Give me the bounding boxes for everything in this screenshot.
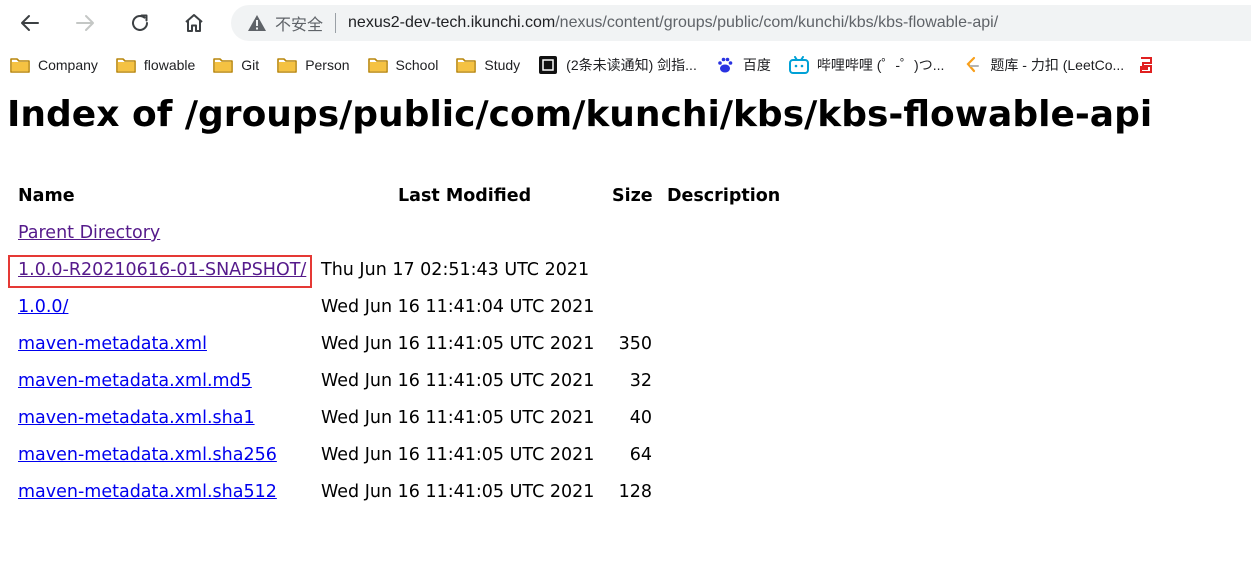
bookmark-label: School	[395, 57, 439, 73]
bookmark-overflow[interactable]	[1132, 50, 1172, 80]
parent-directory-link[interactable]: Parent Directory	[18, 223, 160, 243]
table-row: 1.0.0/ Wed Jun 16 11:41:04 UTC 2021	[18, 297, 778, 334]
table-row: maven-metadata.xml Wed Jun 16 11:41:05 U…	[18, 334, 778, 371]
bookmark-git[interactable]: Git	[203, 50, 267, 80]
forward-arrow-icon	[76, 15, 94, 31]
entry-link[interactable]: 1.0.0-R20210616-01-SNAPSHOT/	[18, 260, 306, 280]
entry-link[interactable]: maven-metadata.xml.sha256	[18, 445, 277, 465]
page-title: Index of /groups/public/com/kunchi/kbs/k…	[7, 94, 1153, 135]
bookmark-baidu[interactable]: 百度	[705, 50, 779, 80]
entry-link[interactable]: maven-metadata.xml.md5	[18, 371, 252, 391]
bookmarks-bar: Company flowable Git Person School Study…	[0, 46, 1251, 84]
folder-icon	[456, 56, 477, 74]
bookmark-school[interactable]: School	[358, 50, 447, 80]
modified-cell: Wed Jun 16 11:41:05 UTC 2021	[321, 482, 595, 502]
bookmark-label: 哔哩哔哩 (゜-゜)つ...	[816, 57, 945, 73]
reload-button[interactable]	[123, 6, 157, 40]
column-header-description: Description	[667, 186, 781, 206]
folder-icon	[116, 56, 136, 74]
back-button[interactable]	[13, 6, 47, 40]
modified-cell: Wed Jun 16 11:41:05 UTC 2021	[321, 334, 595, 354]
entry-link[interactable]: 1.0.0/	[18, 297, 68, 317]
size-cell: 32	[629, 371, 652, 391]
bookmark-leetcode[interactable]: 题库 - 力扣 (LeetCo...	[952, 50, 1132, 80]
warning-icon[interactable]	[247, 12, 269, 34]
bookmark-person[interactable]: Person	[267, 50, 357, 80]
modified-cell: Wed Jun 16 11:41:05 UTC 2021	[321, 408, 595, 428]
bookmark-label: 题库 - 力扣 (LeetCo...	[990, 57, 1125, 73]
bookmark-label: Company	[38, 57, 98, 73]
bookmark-label: Study	[484, 57, 521, 73]
reload-icon	[132, 14, 148, 31]
entry-link[interactable]: maven-metadata.xml	[18, 334, 207, 354]
modified-cell: Wed Jun 16 11:41:04 UTC 2021	[321, 297, 595, 317]
bookmark-label: (2条未读通知) 剑指...	[566, 57, 697, 73]
bookmark-jianzhi[interactable]: (2条未读通知) 剑指...	[528, 50, 705, 80]
bilibili-icon	[788, 56, 809, 74]
bookmark-study[interactable]: Study	[446, 50, 528, 80]
bookmark-label: 百度	[742, 57, 771, 73]
red-app-icon	[1136, 56, 1156, 74]
size-cell: 128	[618, 482, 652, 502]
browser-toolbar: 不安全 nexus2-dev-tech.ikunchi.com/nexus/co…	[0, 0, 1251, 46]
entry-link[interactable]: maven-metadata.xml.sha1	[18, 408, 255, 428]
bookmark-bilibili[interactable]: 哔哩哔哩 (゜-゜)つ...	[779, 50, 953, 80]
size-cell: 40	[629, 408, 652, 428]
address-separator	[335, 13, 337, 33]
size-cell: 350	[618, 334, 652, 354]
leetcode-icon	[962, 56, 982, 74]
folder-icon	[277, 56, 297, 74]
modified-cell: Thu Jun 17 02:51:43 UTC 2021	[321, 260, 590, 280]
security-label[interactable]: 不安全	[275, 11, 323, 35]
column-header-modified: Last Modified	[398, 186, 532, 206]
site-icon	[538, 56, 558, 74]
home-icon	[185, 14, 203, 32]
back-arrow-icon	[21, 15, 39, 31]
table-row: maven-metadata.xml.sha256 Wed Jun 16 11:…	[18, 445, 778, 482]
bookmark-label: Git	[241, 57, 260, 73]
column-header-name: Name	[18, 186, 75, 206]
table-row: maven-metadata.xml.sha512 Wed Jun 16 11:…	[18, 482, 778, 519]
table-row: Parent Directory	[18, 223, 778, 260]
column-header-size: Size	[612, 186, 653, 206]
table-row: maven-metadata.xml.sha1 Wed Jun 16 11:41…	[18, 408, 778, 445]
table-row: maven-metadata.xml.md5 Wed Jun 16 11:41:…	[18, 371, 778, 408]
folder-icon	[213, 56, 234, 74]
address-bar[interactable]: 不安全 nexus2-dev-tech.ikunchi.com/nexus/co…	[231, 5, 1251, 41]
modified-cell: Wed Jun 16 11:41:05 UTC 2021	[321, 445, 595, 465]
bookmark-flowable[interactable]: flowable	[106, 50, 203, 80]
url-path: /nexus/content/groups/public/com/kunchi/…	[555, 14, 999, 31]
size-cell: 64	[629, 445, 652, 465]
url-host: nexus2-dev-tech.ikunchi.com	[348, 14, 556, 31]
url-text[interactable]: nexus2-dev-tech.ikunchi.com/nexus/conten…	[348, 14, 998, 32]
table-row: 1.0.0-R20210616-01-SNAPSHOT/ Thu Jun 17 …	[8, 255, 778, 297]
bookmark-label: flowable	[143, 57, 196, 73]
home-button[interactable]	[177, 6, 211, 40]
bookmark-label: Person	[305, 57, 350, 73]
folder-icon	[10, 56, 30, 74]
forward-button[interactable]	[68, 6, 102, 40]
folder-icon	[367, 56, 388, 74]
entry-link[interactable]: maven-metadata.xml.sha512	[18, 482, 277, 502]
modified-cell: Wed Jun 16 11:41:05 UTC 2021	[321, 371, 595, 391]
baidu-icon	[715, 56, 735, 74]
bookmark-company[interactable]: Company	[0, 50, 106, 80]
